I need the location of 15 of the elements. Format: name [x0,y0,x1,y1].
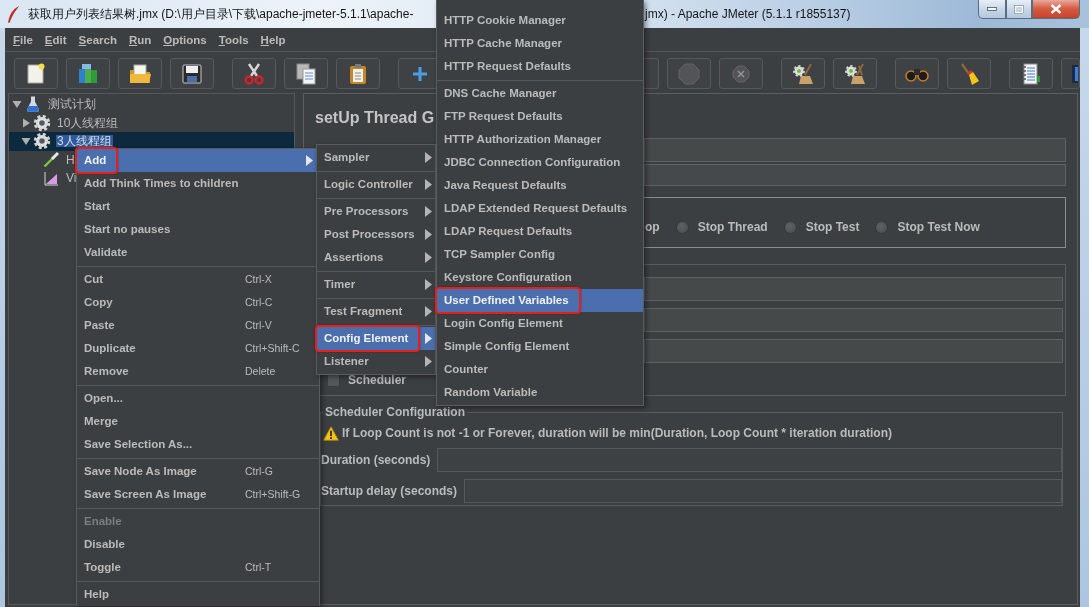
shortcut-text: Ctrl-G [245,465,273,478]
shortcut-text: Ctrl-V [245,319,272,332]
field-label: Startup delay (seconds) [321,483,458,499]
window-title: 获取用户列表结果树.jmx (D:\用户目录\下载\apache-jmeter-5.1.1\apache- [28,6,414,22]
panel-title: setUp Thread G [315,108,435,128]
shortcut-text: Delete [245,365,276,378]
shortcut-text: Ctrl-X [245,273,272,286]
shortcut-text: Ctrl+Shift-G [245,488,301,501]
shortcut-text: Ctrl-T [245,561,272,574]
warning-text: If Loop Count is not -1 or Forever, duration will be min(Duration, Loop Count * iteration duration) [342,425,892,441]
window-title: jmx) - Apache JMeter (5.1.1 r1855137) [645,6,851,22]
field-label: Duration (seconds) [321,452,431,468]
shortcut-text: Ctrl+Shift-C [245,342,300,355]
group-title: Scheduler Configuration [324,405,466,419]
shortcut-text: Ctrl-C [245,296,273,309]
